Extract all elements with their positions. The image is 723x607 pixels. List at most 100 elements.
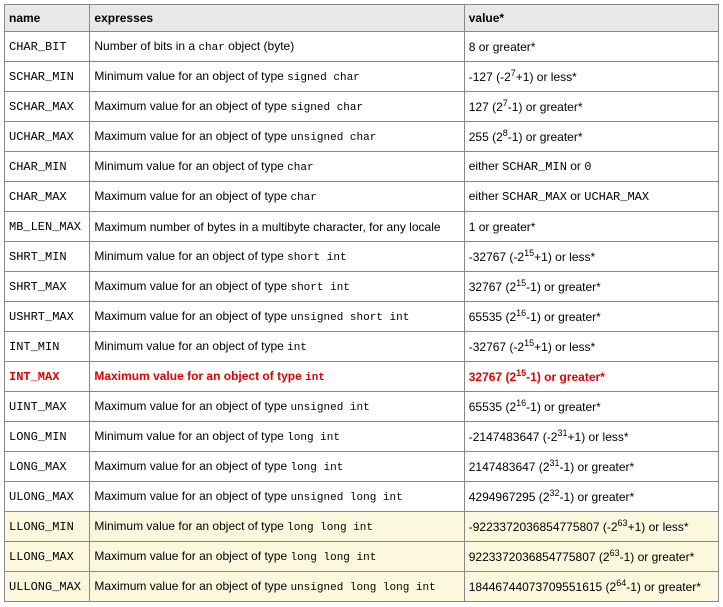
type-code: unsigned char: [290, 132, 376, 144]
cell-name: CHAR_MAX: [5, 182, 90, 212]
expresses-prefix: Minimum value for an object of type: [94, 159, 287, 173]
value-text: 8 or greater*: [469, 40, 536, 54]
cell-value: 1 or greater*: [464, 212, 718, 242]
pow-after: ) or greater*: [570, 460, 634, 474]
expresses-prefix: Maximum value for an object of type: [94, 279, 290, 293]
expresses-prefix: Minimum value for an object of type: [94, 339, 287, 353]
pow-exp: 31: [557, 428, 567, 438]
macro-ref: SCHAR_MIN: [502, 160, 567, 174]
cell-value: -127 (-27+1) or less*: [464, 62, 718, 92]
value-text: 127 (: [469, 100, 496, 114]
cell-name: SHRT_MIN: [5, 242, 90, 272]
macro-name: CHAR_BIT: [9, 40, 67, 54]
type-code: long int: [287, 432, 340, 444]
macro-name: LLONG_MAX: [9, 550, 74, 564]
cell-name: ULLONG_MAX: [5, 572, 90, 602]
type-code: short int: [290, 282, 349, 294]
cell-name: ULONG_MAX: [5, 482, 90, 512]
climits-table: name expresses value* CHAR_BITNumber of …: [4, 4, 719, 602]
cell-expresses: Maximum value for an object of type unsi…: [90, 392, 464, 422]
cell-name: LLONG_MIN: [5, 512, 90, 542]
expresses-prefix: Maximum number of bytes in a multibyte c…: [94, 220, 440, 234]
cell-value: 4294967295 (232-1) or greater*: [464, 482, 718, 512]
table-row: INT_MIN Minimum value for an object of ty…: [5, 332, 719, 362]
cell-value: 2147483647 (231-1) or greater*: [464, 452, 718, 482]
macro-name: LLONG_MIN: [9, 520, 74, 534]
table-row: INT_MAXMaximum value for an object of ty…: [5, 362, 719, 392]
pow-exp: 31: [550, 458, 560, 468]
pow-after: ) or greater*: [537, 370, 605, 384]
pow-exp: 32: [550, 488, 560, 498]
type-code: signed char: [290, 102, 363, 114]
macro-name: LONG_MIN: [9, 430, 67, 444]
cell-expresses: Minimum value for an object of type shor…: [90, 242, 464, 272]
pow-after: ) or greater*: [537, 310, 601, 324]
cell-value: 65535 (216-1) or greater*: [464, 302, 718, 332]
header-expresses: expresses: [90, 5, 464, 32]
type-code: unsigned short int: [290, 312, 409, 324]
pow-op: -1: [526, 370, 537, 384]
value-text: 2147483647 (: [469, 460, 543, 474]
type-code: int: [287, 342, 307, 354]
type-code: char: [290, 192, 316, 204]
cell-value: -2147483647 (-231+1) or less*: [464, 422, 718, 452]
table-row: UCHAR_MAXMaximum value for an object of …: [5, 122, 719, 152]
table-row: CHAR_BITNumber of bits in a char object …: [5, 32, 719, 62]
cell-expresses: Minimum value for an object of type int: [90, 332, 464, 362]
expresses-prefix: Maximum value for an object of type: [94, 399, 290, 413]
macro-name: INT_MIN: [9, 340, 59, 354]
type-code: unsigned long long int: [290, 582, 435, 594]
cell-expresses: Maximum value for an object of type char: [90, 182, 464, 212]
cell-expresses: Maximum value for an object of type shor…: [90, 272, 464, 302]
pow-base: -2: [547, 430, 558, 444]
value-tail: or: [567, 189, 584, 203]
table-row: LONG_MINMinimum value for an object of t…: [5, 422, 719, 452]
type-code: char: [287, 162, 313, 174]
expresses-prefix: Maximum value for an object of type: [94, 459, 290, 473]
macro-ref: 0: [584, 160, 591, 174]
table-row: UINT_MAXMaximum value for an object of t…: [5, 392, 719, 422]
expresses-prefix: Maximum value for an object of type: [94, 549, 290, 563]
expresses-prefix: Maximum value for an object of type: [94, 189, 290, 203]
pow-base: -2: [513, 250, 524, 264]
pow-op: +1: [628, 520, 642, 534]
pow-after: ) or less*: [641, 520, 688, 534]
pow-base: -2: [513, 340, 524, 354]
pow-after: ) or less*: [529, 70, 576, 84]
cell-name: INT_MIN: [5, 332, 90, 362]
expresses-prefix: Minimum value for an object of type: [94, 249, 287, 263]
pow-op: -1: [526, 280, 537, 294]
pow-op: +1: [534, 340, 548, 354]
cell-value: 32767 (215-1) or greater*: [464, 362, 718, 392]
cell-name: CHAR_MIN: [5, 152, 90, 182]
value-tail: or: [567, 159, 584, 173]
cell-value: 65535 (216-1) or greater*: [464, 392, 718, 422]
expresses-prefix: Maximum value for an object of type: [94, 129, 290, 143]
cell-expresses: Maximum value for an object of type unsi…: [90, 572, 464, 602]
type-code: long long int: [290, 552, 376, 564]
cell-name: USHRT_MAX: [5, 302, 90, 332]
cell-value: -32767 (-215+1) or less*: [464, 242, 718, 272]
pow-after: ) or greater*: [537, 280, 601, 294]
expresses-prefix: Minimum value for an object of type: [94, 69, 287, 83]
cell-value: 127 (27-1) or greater*: [464, 92, 718, 122]
type-code: unsigned int: [290, 402, 369, 414]
pow-exp: 15: [516, 368, 526, 378]
pow-base: 2: [496, 100, 503, 114]
value-text: 65535 (: [469, 400, 510, 414]
table-row: SHRT_MINMinimum value for an object of t…: [5, 242, 719, 272]
cell-value: 9223372036854775807 (263-1) or greater*: [464, 542, 718, 572]
pow-base: 2: [543, 460, 550, 474]
cell-expresses: Minimum value for an object of type long…: [90, 512, 464, 542]
expresses-prefix: Maximum value for an object of type: [94, 579, 290, 593]
pow-op: -1: [508, 130, 519, 144]
cell-expresses: Maximum value for an object of type sign…: [90, 92, 464, 122]
macro-name: CHAR_MAX: [9, 190, 67, 204]
table-row: MB_LEN_MAXMaximum number of bytes in a m…: [5, 212, 719, 242]
table-row: LONG_MAXMaximum value for an object of t…: [5, 452, 719, 482]
cell-name: SCHAR_MIN: [5, 62, 90, 92]
macro-name: SCHAR_MAX: [9, 100, 74, 114]
pow-exp: 16: [516, 308, 526, 318]
pow-after: ) or less*: [548, 340, 595, 354]
value-text: 65535 (: [469, 310, 510, 324]
